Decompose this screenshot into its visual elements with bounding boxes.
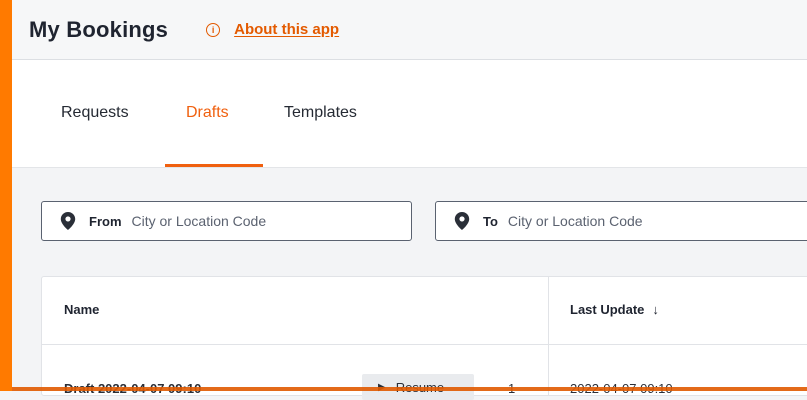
drafts-table: Name Last Update↓ Draft 2022-04-07 09:10… [41, 276, 807, 400]
about-link[interactable]: i About this app [206, 21, 339, 38]
info-icon: i [206, 22, 221, 37]
to-placeholder[interactable]: City or Location Code [508, 213, 643, 229]
column-header-name[interactable]: Name [64, 302, 99, 317]
active-tab-indicator [165, 164, 263, 167]
to-label: To [483, 213, 498, 229]
left-accent-bar [0, 0, 12, 391]
column-divider [548, 277, 549, 395]
to-field[interactable]: To City or Location Code [435, 201, 807, 241]
last-update-label: Last Update [570, 302, 645, 317]
from-field[interactable]: From City or Location Code [41, 201, 412, 241]
page-title: My Bookings [29, 16, 169, 42]
bottom-accent-line [12, 387, 807, 391]
tab-drafts[interactable]: Drafts [186, 104, 229, 122]
about-link-label[interactable]: About this app [234, 21, 339, 38]
app-header: My Bookings i About this app [12, 0, 807, 60]
location-pin-icon [60, 212, 76, 230]
arrow-down-icon[interactable]: ↓ [652, 302, 659, 317]
tab-templates[interactable]: Templates [284, 104, 357, 122]
tab-requests[interactable]: Requests [61, 104, 129, 122]
location-pin-icon [454, 212, 470, 230]
from-label: From [89, 213, 122, 229]
header-divider [42, 344, 807, 345]
from-placeholder[interactable]: City or Location Code [132, 213, 267, 229]
tab-bar: Requests Drafts Templates [12, 60, 807, 168]
column-header-last-update[interactable]: Last Update ↓ [570, 302, 659, 317]
